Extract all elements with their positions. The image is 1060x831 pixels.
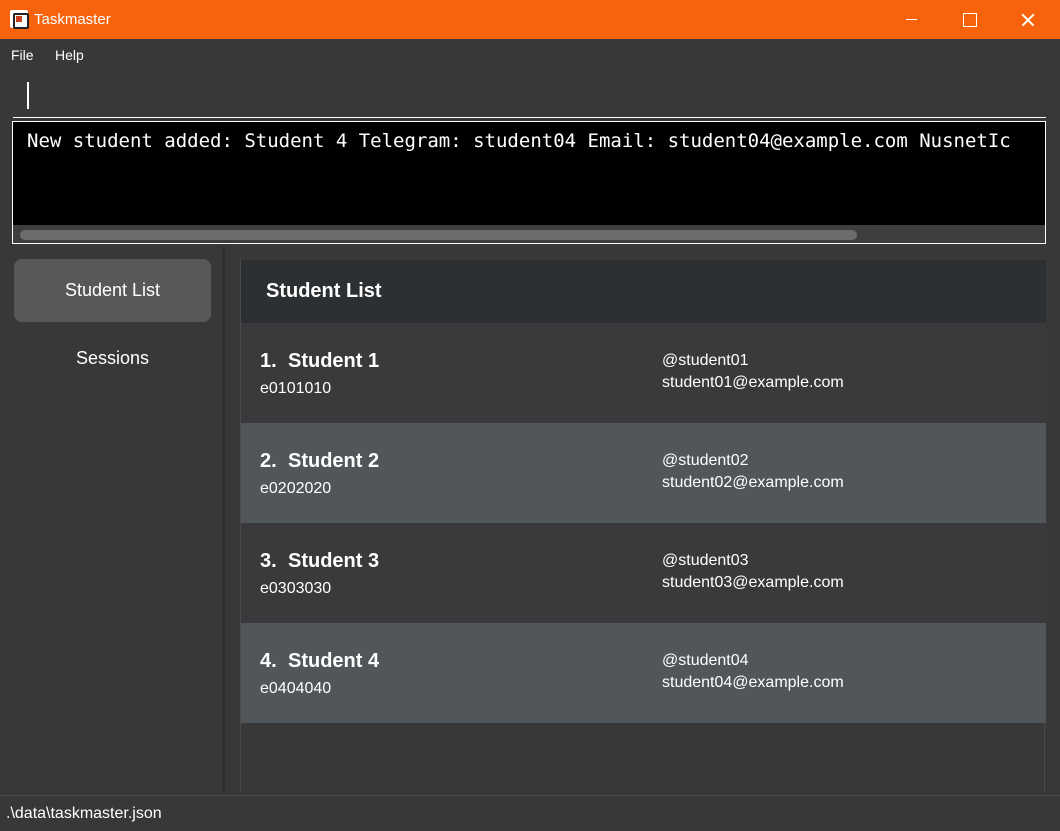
student-name: Student 4 [288, 650, 380, 672]
student-telegram: @student03 [662, 552, 749, 569]
student-card[interactable]: 1. Student 1 e0101010 @student01 student… [241, 323, 1046, 423]
menu-bar: File Help [0, 39, 1060, 71]
student-card[interactable]: 2. Student 2 e0202020 @student02 student… [241, 423, 1046, 523]
student-email: student04@example.com [662, 674, 844, 691]
student-index: 4. [260, 650, 277, 672]
student-nusnet-id: e0303030 [260, 580, 332, 597]
student-name: Student 2 [288, 450, 380, 472]
student-nusnet-id: e0101010 [260, 380, 332, 397]
student-telegram: @student01 [662, 352, 749, 369]
student-card[interactable]: 4. Student 4 e0404040 @student04 student… [241, 623, 1046, 723]
sidebar-item-student-list[interactable]: Student List [14, 259, 211, 322]
student-list: 1. Student 1 e0101010 @student01 student… [241, 323, 1046, 723]
result-text: New student added: Student 4 Telegram: s… [27, 130, 1011, 152]
student-name: Student 3 [288, 550, 380, 572]
menu-help[interactable]: Help [55, 47, 84, 63]
student-nusnet-id: e0202020 [260, 480, 332, 497]
student-nusnet-id: e0404040 [260, 680, 332, 697]
student-telegram: @student02 [662, 452, 749, 469]
student-telegram: @student04 [662, 652, 749, 669]
maximize-icon[interactable] [940, 0, 998, 39]
close-icon[interactable] [998, 0, 1056, 39]
status-bar: .\data\taskmaster.json [0, 795, 1060, 831]
text-caret [27, 82, 29, 109]
student-index: 1. [260, 350, 277, 372]
sidebar: Student List Sessions [0, 247, 225, 792]
minimize-icon[interactable] [882, 0, 940, 39]
student-email: student03@example.com [662, 574, 844, 591]
student-email: student01@example.com [662, 374, 844, 391]
student-list-panel: Student List 1. Student 1 e0101010 @stud… [240, 260, 1046, 792]
data-file-path: .\data\taskmaster.json [6, 805, 162, 822]
app-icon [10, 10, 29, 29]
student-index: 2. [260, 450, 277, 472]
student-email: student02@example.com [662, 474, 844, 491]
menu-file[interactable]: File [11, 47, 34, 63]
title-bar[interactable]: Taskmaster [0, 0, 1060, 39]
sidebar-item-sessions[interactable]: Sessions [14, 327, 211, 390]
app-window: Taskmaster File Help New student added: … [0, 0, 1060, 831]
panel-title: Student List [266, 280, 382, 302]
panel-header: Student List [241, 260, 1046, 323]
student-index: 3. [260, 550, 277, 572]
window-title: Taskmaster [34, 11, 111, 28]
command-input[interactable] [13, 74, 1046, 118]
result-display: New student added: Student 4 Telegram: s… [12, 121, 1046, 244]
scrollbar-thumb[interactable] [20, 230, 857, 240]
student-name: Student 1 [288, 350, 380, 372]
student-card[interactable]: 3. Student 3 e0303030 @student03 student… [241, 523, 1046, 623]
horizontal-scrollbar[interactable] [13, 225, 1045, 243]
